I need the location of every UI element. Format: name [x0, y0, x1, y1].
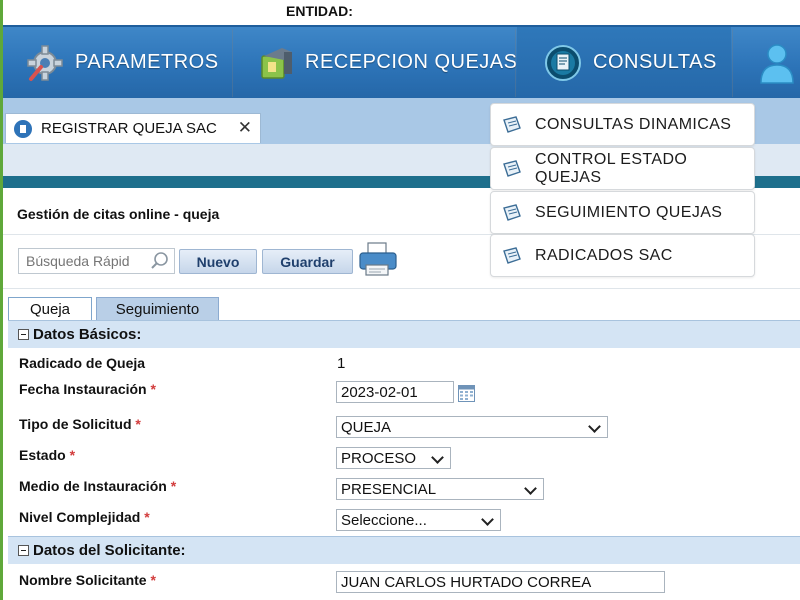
page-title: Gestión de citas online - queja	[17, 206, 220, 222]
main-nav: PARAMETROS RECEPCION QUEJAS CONSULTAS	[3, 25, 800, 98]
fecha-instauracion-field[interactable]: 2023-02-01	[336, 381, 454, 403]
field-label-tipo: Tipo de Solicitud *	[19, 416, 141, 432]
select-value: PROCESO	[341, 450, 417, 467]
calendar-icon[interactable]	[458, 385, 475, 402]
medio-instauracion-select[interactable]: PRESENCIAL	[336, 478, 544, 500]
group-label: Datos del Solicitante:	[33, 542, 186, 559]
nav-label: RECEPCION QUEJAS	[305, 51, 518, 73]
nav-divider	[232, 29, 233, 97]
nav-label: PARAMETROS	[75, 51, 219, 73]
nav-divider	[732, 29, 733, 97]
nivel-complejidad-select[interactable]: Seleccione...	[336, 509, 501, 531]
nav-consultas[interactable]: CONSULTAS	[517, 27, 731, 98]
group-datos-solicitante[interactable]: Datos del Solicitante:	[8, 536, 800, 564]
mailbox-icon	[253, 41, 297, 85]
field-label-nivel: Nivel Complejidad *	[19, 509, 150, 525]
collapse-icon[interactable]	[18, 545, 29, 556]
page-icon	[14, 119, 32, 138]
group-datos-basicos[interactable]: Datos Básicos:	[8, 320, 800, 348]
nav-divider	[515, 29, 516, 97]
menu-item-radicados-sac[interactable]: RADICADOS SAC	[490, 234, 755, 277]
field-label-estado: Estado *	[19, 447, 76, 463]
nav-parametros[interactable]: PARAMETROS	[23, 27, 219, 98]
menu-item-label: SEGUIMIENTO QUEJAS	[535, 203, 723, 221]
search-icon[interactable]	[149, 251, 171, 271]
radicado-value: 1	[337, 355, 346, 372]
menu-item-label: CONSULTAS DINAMICAS	[535, 115, 732, 133]
menu-icon	[502, 115, 522, 134]
tab-seguimiento[interactable]: Seguimiento	[96, 297, 219, 321]
new-button[interactable]: Nuevo	[179, 249, 257, 274]
save-button[interactable]: Guardar	[262, 249, 353, 274]
document-icon	[541, 41, 585, 85]
divider	[3, 288, 800, 289]
menu-icon	[502, 203, 522, 222]
select-value: QUEJA	[341, 419, 392, 436]
menu-icon	[502, 246, 522, 265]
tab-queja[interactable]: Queja	[8, 297, 92, 321]
select-value: Seleccione...	[341, 512, 427, 529]
nav-usuario[interactable]	[755, 27, 800, 98]
field-label-radicado: Radicado de Queja	[19, 355, 146, 371]
group-label: Datos Básicos:	[33, 326, 142, 343]
nav-recepcion-quejas[interactable]: RECEPCION QUEJAS	[253, 27, 517, 98]
nav-label: CONSULTAS	[593, 51, 717, 73]
menu-item-label: RADICADOS SAC	[535, 246, 673, 264]
menu-item-label: CONTROL ESTADO QUEJAS	[535, 150, 688, 186]
menu-item-seguimiento-quejas[interactable]: SEGUIMIENTO QUEJAS	[490, 191, 755, 234]
entity-bar: ENTIDAD:	[3, 0, 800, 25]
gear-icon	[23, 41, 67, 85]
tab-label: REGISTRAR QUEJA SAC	[41, 120, 217, 137]
menu-icon	[502, 159, 522, 178]
nombre-solicitante-field[interactable]: JUAN CARLOS HURTADO CORREA	[336, 571, 665, 593]
user-icon	[755, 41, 799, 85]
tipo-solicitud-select[interactable]: QUEJA	[336, 416, 608, 438]
estado-select[interactable]: PROCESO	[336, 447, 451, 469]
entity-label: ENTIDAD:	[286, 3, 353, 19]
printer-icon[interactable]	[357, 241, 399, 277]
field-label-fecha: Fecha Instauración *	[19, 381, 156, 397]
tab-registrar-queja[interactable]: REGISTRAR QUEJA SAC ✕	[5, 113, 261, 143]
select-value: PRESENCIAL	[341, 481, 437, 498]
field-label-medio: Medio de Instauración *	[19, 478, 177, 494]
collapse-icon[interactable]	[18, 329, 29, 340]
close-icon[interactable]: ✕	[238, 118, 252, 138]
menu-item-consultas-dinamicas[interactable]: CONSULTAS DINAMICAS	[490, 103, 755, 146]
field-label-nombre: Nombre Solicitante *	[19, 572, 156, 588]
menu-item-control-estado-quejas[interactable]: CONTROL ESTADO QUEJAS	[490, 147, 755, 190]
